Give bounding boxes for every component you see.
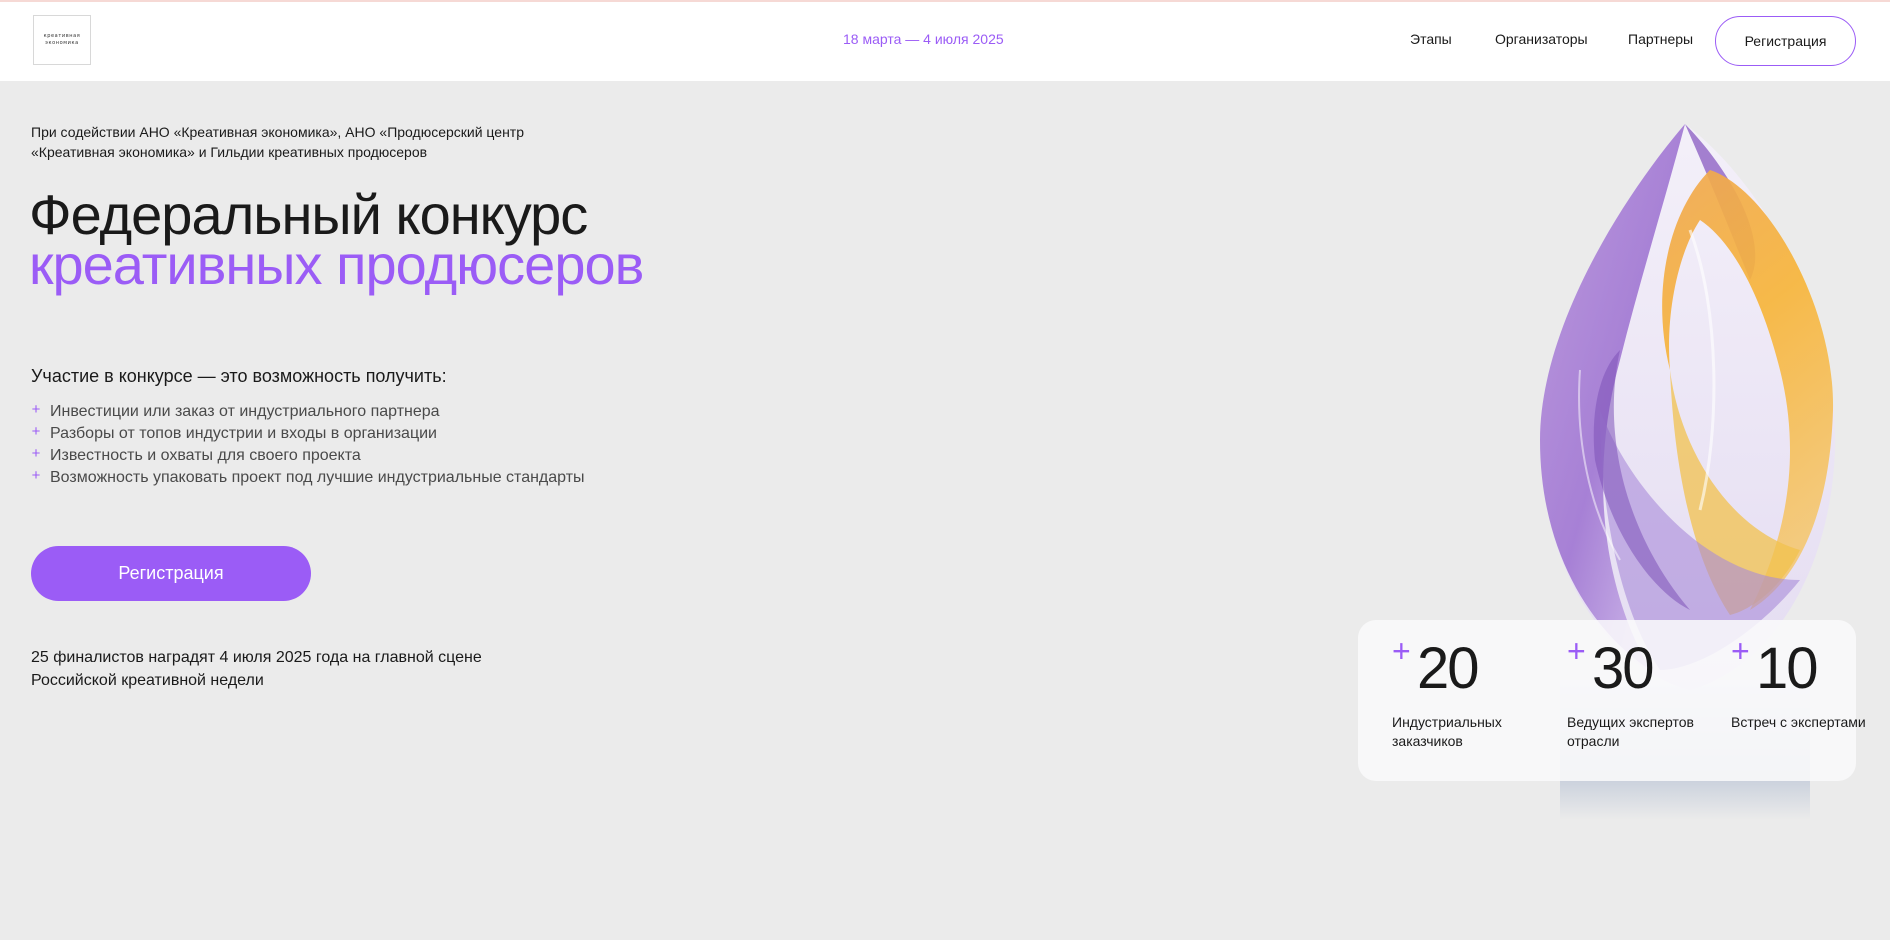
benefits-heading: Участие в конкурсе — это возможность пол… (31, 366, 447, 386)
page-title-line2: креативных продюсеров (29, 233, 644, 296)
stat-value: 10 (1756, 636, 1818, 701)
page-title: Федеральный конкурс креативных продюсеро… (29, 187, 644, 296)
logo-text-line2: экономика (45, 40, 79, 46)
stat-label: Встреч с экспертами (1731, 714, 1866, 730)
list-item: + Инвестиции или заказ от индустриальног… (29, 401, 585, 423)
nav-link-partners[interactable]: Партнеры (1628, 31, 1693, 47)
logo-text-line1: креативная (43, 33, 81, 39)
support-text: При содействии АНО «Креативная экономика… (31, 124, 525, 160)
stat-value: 20 (1417, 636, 1479, 701)
stat-value: 30 (1592, 636, 1654, 701)
stat-label: Ведущих экспертов отрасли (1567, 714, 1694, 749)
header-register-button[interactable]: Регистрация (1715, 16, 1856, 66)
contest-dates: 18 марта — 4 июля 2025 (843, 31, 1004, 47)
benefits-list: + Инвестиции или заказ от индустриальног… (29, 401, 585, 489)
site-header: креативная экономика 18 марта — 4 июля 2… (0, 0, 1890, 81)
list-item: + Возможность упаковать проект под лучши… (29, 467, 585, 489)
benefit-text: Инвестиции или заказ от индустриального … (50, 403, 440, 420)
nav-link-stages[interactable]: Этапы (1410, 31, 1452, 47)
landing-page: креативная экономика 18 марта — 4 июля 2… (0, 0, 1890, 940)
nav-link-organizers[interactable]: Организаторы (1495, 31, 1588, 47)
register-button[interactable]: Регистрация (31, 546, 311, 601)
stat-plus-icon: + (1392, 633, 1411, 669)
benefit-text: Возможность упаковать проект под лучшие … (50, 469, 585, 486)
plus-icon: + (31, 423, 41, 440)
finalists-text: 25 финалистов наградят 4 июля 2025 года … (31, 649, 482, 689)
plus-icon: + (31, 401, 41, 418)
list-item: + Известность и охваты для своего проект… (29, 445, 585, 467)
list-item: + Разборы от топов индустрии и входы в о… (29, 423, 585, 445)
benefit-text: Известность и охваты для своего проекта (50, 447, 361, 464)
logo[interactable]: креативная экономика (33, 15, 91, 65)
stat-plus-icon: + (1567, 633, 1586, 669)
benefit-text: Разборы от топов индустрии и входы в орг… (50, 425, 437, 442)
stats-card: + 20 Индустриальных заказчиков + 30 Веду… (1358, 620, 1866, 781)
stat-plus-icon: + (1731, 633, 1750, 669)
plus-icon: + (31, 445, 41, 462)
plus-icon: + (31, 467, 41, 484)
stat-label: Индустриальных заказчиков (1392, 714, 1502, 749)
